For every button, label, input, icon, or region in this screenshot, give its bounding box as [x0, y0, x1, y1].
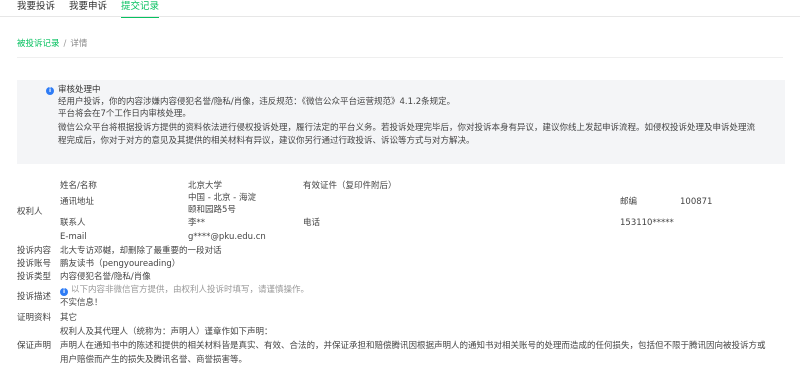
notice-line: 平台将会在7个工作日内审核处理。 [58, 109, 191, 119]
guarantee-label: 保证声明 [17, 341, 52, 351]
address-line: 颐和园路5号 [188, 205, 236, 215]
notice-line: 微信公众平台将根据投诉方提供的资料依法进行侵权投诉处理，履行法定的平台义务。若投… [58, 123, 756, 133]
name-value: 北京大学 [188, 181, 223, 191]
address-label: 通讯地址 [60, 197, 95, 207]
zip-label: 邮编 [620, 197, 638, 207]
phone-value: 153110***** [620, 218, 674, 228]
account-value: 鹏友读书（pengyoureading） [60, 259, 181, 269]
zip-value: 100871 [680, 197, 713, 207]
email-value: g****@pku.edu.cn [188, 232, 266, 242]
type-label: 投诉类型 [17, 272, 52, 282]
status-notice: i 审核处理中 经用户投诉，你的内容涉嫌内容侵犯名誉/隐私/肖像，违反规范：《微… [17, 80, 785, 164]
breadcrumb-separator: / [63, 39, 67, 49]
phone-label: 电话 [303, 218, 321, 228]
guarantee-line: 用户赔偿而产生的损失及腾讯名誉、商誉损害等。 [60, 355, 248, 365]
notice-line: 经用户投诉，你的内容涉嫌内容侵犯名誉/隐私/肖像，违反规范：《微信公众平台运营规… [58, 97, 456, 107]
notice-title: 审核处理中 [58, 85, 101, 95]
contact-label: 联系人 [60, 218, 86, 228]
tab-complain[interactable]: 我要投诉 [17, 0, 55, 16]
account-label: 投诉账号 [17, 259, 52, 269]
content-label: 投诉内容 [17, 246, 52, 256]
breadcrumb-divider [17, 57, 783, 58]
breadcrumb-current: 详情 [70, 39, 88, 49]
tab-appeal[interactable]: 我要申诉 [69, 0, 107, 16]
description-hint: i 以下内容非微信官方提供，由权利人投诉时填写，请谨慎操作。 [60, 285, 309, 296]
proof-value: 其它 [60, 313, 78, 323]
breadcrumb: 被投诉记录 / 详情 [17, 39, 87, 50]
breadcrumb-link-complaint-records[interactable]: 被投诉记录 [17, 39, 60, 50]
name-label: 姓名/名称 [60, 181, 97, 191]
contact-value: 李** [188, 218, 206, 228]
tab-bar: 我要投诉 我要申诉 提交记录 [0, 0, 160, 18]
tab-submission-records[interactable]: 提交记录 [121, 0, 160, 18]
description-hint-text: 以下内容非微信官方提供，由权利人投诉时填写，请谨慎操作。 [71, 285, 310, 295]
guarantee-line: 声明人在通知书中的陈述和提供的相关材料皆是真实、有效、合法的，并保证承担和赔偿腾… [60, 341, 766, 351]
type-value: 内容侵犯名誉/隐私/肖像 [60, 272, 151, 282]
info-icon: i [46, 87, 54, 95]
notice-line: 程完成后，你对于对方的意见及其提供的相关材料有异议，建议你另行通过行政投诉、诉讼… [58, 136, 475, 146]
email-label: E-mail [60, 232, 87, 242]
description-value: 不实信息！ [60, 298, 103, 308]
guarantee-line: 权利人及其代理人（统称为：声明人）谨章作如下声明： [60, 327, 273, 337]
content-value: 北大专访邓樾，却删除了最重要的一段对话 [60, 246, 222, 256]
address-line: 中国 - 北京 - 海淀 [188, 193, 256, 203]
info-icon: i [60, 288, 68, 296]
certificate-label: 有效证件（复印件附后） [303, 181, 397, 191]
proof-label: 证明资料 [17, 313, 52, 323]
description-label: 投诉描述 [17, 292, 52, 302]
tab-divider [0, 16, 800, 17]
rights-holder-label: 权利人 [17, 207, 43, 217]
